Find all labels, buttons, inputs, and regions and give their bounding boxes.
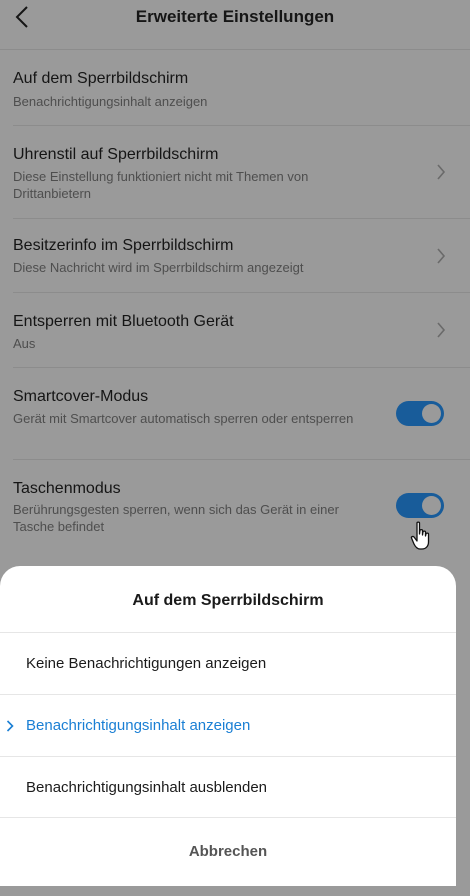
chevron-right-icon <box>437 164 446 180</box>
app-header: Erweiterte Einstellungen <box>0 0 470 36</box>
chevron-right-icon <box>437 322 446 338</box>
hand-cursor-icon <box>410 521 430 550</box>
chevron-right-icon <box>437 248 446 264</box>
option-label: Benachrichtigungsinhalt anzeigen <box>26 717 251 734</box>
setting-subtitle: Aus <box>13 336 36 351</box>
setting-bluetooth-unlock[interactable]: Entsperren mit Bluetooth Gerät Aus <box>0 293 470 368</box>
sheet-title: Auf dem Sperrbildschirm <box>132 592 324 609</box>
smartcover-toggle[interactable] <box>396 401 444 426</box>
cancel-button[interactable]: Abbrechen <box>0 817 456 883</box>
setting-smartcover-mode: Smartcover-Modus Gerät mit Smartcover au… <box>0 368 470 460</box>
setting-title: Taschenmodus <box>13 480 121 497</box>
setting-title: Besitzerinfo im Sperrbildschirm <box>13 237 234 254</box>
pocket-mode-toggle[interactable] <box>396 493 444 518</box>
toggle-knob <box>422 496 441 515</box>
lockscreen-options-sheet: Auf dem Sperrbildschirm Keine Benachrich… <box>0 566 456 886</box>
option-label: Keine Benachrichtigungen anzeigen <box>26 655 267 672</box>
setting-title: Auf dem Sperrbildschirm <box>13 70 189 87</box>
setting-subtitle: Diese Nachricht wird im Sperrbildschirm … <box>13 260 304 275</box>
page-title: Erweiterte Einstellungen <box>135 7 335 26</box>
setting-subtitle: Gerät mit Smartcover automatisch sperren… <box>13 411 354 426</box>
option-show-content[interactable]: Benachrichtigungsinhalt anzeigen <box>0 695 456 756</box>
setting-owner-info[interactable]: Besitzerinfo im Sperrbildschirm Diese Na… <box>0 219 470 293</box>
setting-subtitle: Berührungsgesten sperren, wenn sich das … <box>13 502 339 534</box>
option-label: Benachrichtigungsinhalt ausblenden <box>26 779 268 796</box>
setting-clock-style[interactable]: Uhrenstil auf Sperrbildschirm Diese Eins… <box>0 126 470 219</box>
setting-title: Entsperren mit Bluetooth Gerät <box>13 313 234 330</box>
setting-subtitle: Diese Einstellung funktioniert nicht mit… <box>13 169 309 201</box>
option-hide-notifications[interactable]: Keine Benachrichtigungen anzeigen <box>0 633 456 694</box>
chevron-right-selected-icon <box>6 720 14 732</box>
setting-lockscreen-content[interactable]: Auf dem Sperrbildschirm Benachrichtigung… <box>0 50 470 126</box>
option-hide-content[interactable]: Benachrichtigungsinhalt ausblenden <box>0 757 456 818</box>
setting-title: Uhrenstil auf Sperrbildschirm <box>13 146 219 163</box>
setting-title: Smartcover-Modus <box>13 388 149 405</box>
toggle-knob <box>422 404 441 423</box>
cancel-label: Abbrechen <box>188 843 268 860</box>
setting-subtitle: Benachrichtigungsinhalt anzeigen <box>13 94 208 109</box>
setting-pocket-mode: Taschenmodus Berührungsgesten sperren, w… <box>0 460 470 550</box>
